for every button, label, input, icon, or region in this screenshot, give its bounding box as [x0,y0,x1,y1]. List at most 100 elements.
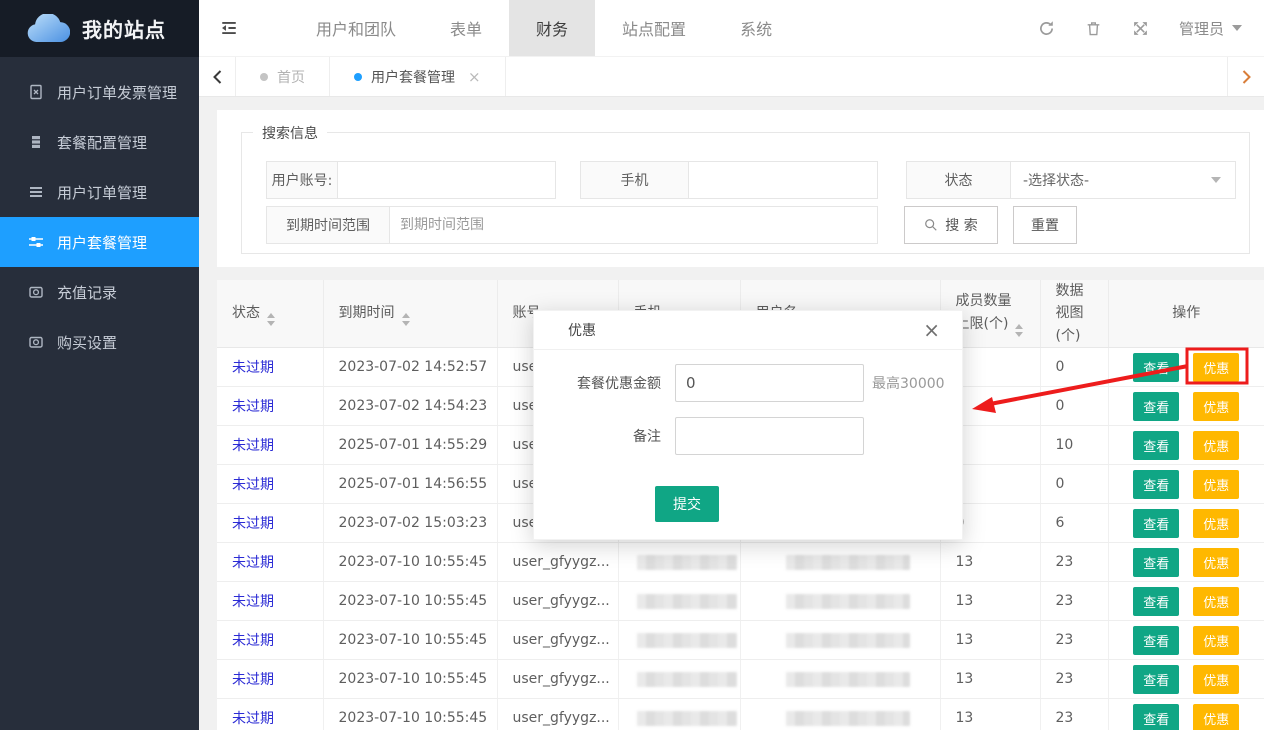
nav-tab-system[interactable]: 系统 [713,0,799,56]
user-menu[interactable]: 管理员 [1179,18,1242,39]
sidebar-item-user-packages[interactable]: 用户套餐管理 [0,217,199,267]
remark-input[interactable] [675,417,864,455]
status-cell: 未过期 [217,465,323,504]
discount-button[interactable]: 优惠 [1193,353,1239,382]
search-button[interactable]: 搜 索 [904,206,998,244]
discount-amount-input[interactable] [675,364,864,402]
phone-cell [618,582,740,621]
data-views-cell: 0 [1040,465,1108,504]
search-legend: 搜索信息 [253,123,327,143]
view-button[interactable]: 查看 [1133,431,1179,460]
submit-button[interactable]: 提交 [655,486,719,522]
username-cell [740,621,940,660]
member-limit-cell: 13 [940,621,1040,660]
status-select[interactable]: -选择状态- [1011,161,1236,199]
view-button[interactable]: 查看 [1133,587,1179,616]
spacer [217,267,1264,280]
discount-button[interactable]: 优惠 [1193,626,1239,655]
sidebar-item-user-order-invoices[interactable]: 用户订单发票管理 [0,67,199,117]
discount-button[interactable]: 优惠 [1193,587,1239,616]
sidebar-item-package-config[interactable]: 套餐配置管理 [0,117,199,167]
nav-tab-forms[interactable]: 表单 [423,0,509,56]
tab-scroll-left-button[interactable] [199,57,236,96]
member-limit-cell: 13 [940,660,1040,699]
phone-input[interactable] [689,161,878,199]
header-status[interactable]: 状态 [217,280,323,348]
collapse-sidebar-button[interactable] [199,0,259,56]
user-name: 管理员 [1179,18,1224,39]
page-tab-home[interactable]: 首页 [236,57,329,96]
recharge-icon [28,284,44,300]
site-title: 我的站点 [82,14,166,43]
table-row: 未过期2023-07-10 10:55:45user_gfyygz...1323… [217,699,1264,730]
redacted-username [786,672,910,687]
username-cell [740,699,940,730]
account-label: 用户账号: [266,161,338,199]
reset-button[interactable]: 重置 [1013,206,1077,244]
nav-tab-finance[interactable]: 财务 [509,0,595,56]
discount-button[interactable]: 优惠 [1193,548,1239,577]
phone-cell [618,621,740,660]
tab-close-icon[interactable]: × [468,68,481,86]
status-cell: 未过期 [217,660,323,699]
date-range-input[interactable] [390,206,878,244]
actions-cell: 查看优惠 [1108,621,1264,660]
logo: 我的站点 [0,0,199,57]
status-cell: 未过期 [217,582,323,621]
status-cell: 未过期 [217,621,323,660]
sidebar: 我的站点 用户订单发票管理 套餐配置管理 用户订单管理 用户套餐管理 充值记录 [0,0,199,730]
redacted-username [786,594,910,609]
search-fieldset: 搜索信息 用户账号: 手机 状态 -选择状态- 到期时间范围 [241,132,1250,254]
chevron-down-icon [1232,25,1242,31]
sidebar-item-recharge-records[interactable]: 充值记录 [0,267,199,317]
expire-cell: 2023-07-10 10:55:45 [323,621,497,660]
sidebar-item-purchase-settings[interactable]: 购买设置 [0,317,199,367]
discount-button[interactable]: 优惠 [1193,665,1239,694]
status-cell: 未过期 [217,387,323,426]
discount-button[interactable]: 优惠 [1193,470,1239,499]
header-expire-time[interactable]: 到期时间 [323,280,497,348]
nav-tab-site-config[interactable]: 站点配置 [595,0,713,56]
expire-cell: 2023-07-10 10:55:45 [323,543,497,582]
discount-button[interactable]: 优惠 [1193,509,1239,538]
discount-button[interactable]: 优惠 [1193,704,1239,730]
account-input[interactable] [338,161,556,199]
sliders-icon [28,234,44,250]
view-button[interactable]: 查看 [1133,509,1179,538]
modal-body: 套餐优惠金额 最高30000 备注 提交 [534,350,962,539]
app-window: 我的站点 用户订单发票管理 套餐配置管理 用户订单管理 用户套餐管理 充值记录 [0,0,1264,730]
tab-dot-icon [260,73,268,81]
expire-cell: 2023-07-02 15:03:23 [323,504,497,543]
close-icon[interactable]: × [923,320,940,340]
cloud-logo-icon [26,14,70,44]
username-cell [740,660,940,699]
view-button[interactable]: 查看 [1133,470,1179,499]
view-button[interactable]: 查看 [1133,353,1179,382]
expire-cell: 2023-07-10 10:55:45 [323,660,497,699]
page-tab-user-packages[interactable]: 用户套餐管理 × [329,57,506,96]
sort-icon[interactable] [1015,324,1023,337]
status-cell: 未过期 [217,426,323,465]
status-cell: 未过期 [217,504,323,543]
sort-icon[interactable] [267,313,275,326]
nav-tab-users-teams[interactable]: 用户和团队 [289,0,423,56]
actions-cell: 查看优惠 [1108,504,1264,543]
view-button[interactable]: 查看 [1133,665,1179,694]
actions-cell: 查看优惠 [1108,543,1264,582]
sort-icon[interactable] [402,313,410,326]
tab-scroll-right-button[interactable] [1227,57,1264,96]
actions-cell: 查看优惠 [1108,426,1264,465]
actions-cell: 查看优惠 [1108,660,1264,699]
view-button[interactable]: 查看 [1133,392,1179,421]
refresh-icon[interactable] [1038,20,1055,37]
view-button[interactable]: 查看 [1133,704,1179,730]
fullscreen-icon[interactable] [1132,20,1149,37]
discount-button[interactable]: 优惠 [1193,392,1239,421]
table-row: 未过期2023-07-10 10:55:45user_gfyygz...1323… [217,660,1264,699]
trash-icon[interactable] [1085,20,1102,37]
view-button[interactable]: 查看 [1133,548,1179,577]
date-range-label: 到期时间范围 [266,206,390,244]
sidebar-item-user-orders[interactable]: 用户订单管理 [0,167,199,217]
view-button[interactable]: 查看 [1133,626,1179,655]
discount-button[interactable]: 优惠 [1193,431,1239,460]
